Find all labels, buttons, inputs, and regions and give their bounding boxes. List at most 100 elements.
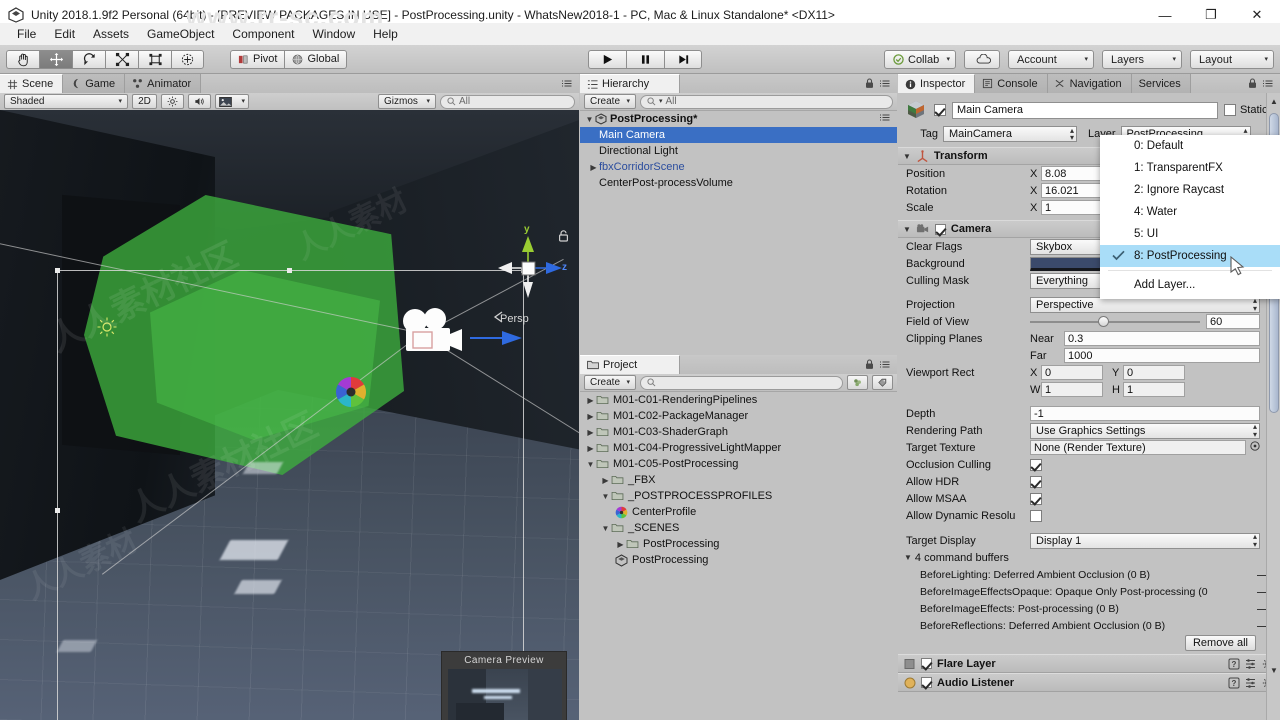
chevron-right-icon[interactable]: ▶ [585, 412, 596, 421]
command-buffers-header[interactable]: ▼ 4 command buffers [898, 549, 1280, 566]
menu-help[interactable]: Help [364, 25, 407, 43]
layer-option-postprocessing[interactable]: 8: PostProcessing [1100, 245, 1280, 267]
tab-game[interactable]: Game [63, 74, 126, 93]
chevron-right-icon[interactable]: ▶ [585, 444, 596, 453]
object-enabled-checkbox[interactable] [934, 104, 946, 116]
layer-option-ui[interactable]: 5: UI [1100, 223, 1280, 245]
project-item-progressive-lightmapper[interactable]: ▶ M01-C04-ProgressiveLightMapper [580, 440, 897, 456]
frustum-handle-ml[interactable] [55, 508, 60, 513]
lock-icon[interactable] [558, 230, 569, 242]
project-search-input[interactable] [640, 375, 843, 390]
audio-listener-checkbox[interactable] [921, 677, 932, 688]
scene-lighting-toggle[interactable] [161, 94, 184, 109]
move-gizmo-handles[interactable] [496, 234, 564, 305]
camera-enabled-checkbox[interactable] [934, 223, 946, 235]
project-item-postprocessprofiles[interactable]: ▼ _POSTPROCESSPROFILES [580, 488, 897, 504]
menu-file[interactable]: File [8, 25, 45, 43]
post-process-volume-icon[interactable] [334, 375, 368, 412]
occlusion-culling-checkbox[interactable] [1030, 458, 1042, 471]
menu-gameobject[interactable]: GameObject [138, 25, 223, 43]
scene-viewport[interactable]: y z Persp 人人素材社区 人人素材社区 人人素材 人人素材 Camera… [0, 110, 579, 720]
fov-slider[interactable] [1030, 315, 1200, 327]
rotate-tool-button[interactable] [72, 49, 105, 69]
scene-panel-menu[interactable] [561, 74, 579, 93]
pause-button[interactable] [626, 50, 664, 69]
cloud-button[interactable] [964, 50, 1000, 69]
tab-inspector[interactable]: Inspector [898, 74, 976, 93]
preset-icon[interactable] [1245, 658, 1257, 670]
tag-dropdown[interactable]: MainCamera ▴ ▾ [943, 126, 1077, 142]
transform-tool-button[interactable] [171, 49, 204, 69]
rect-tool-button[interactable] [138, 49, 171, 69]
viewport-w-input[interactable]: 1 [1041, 382, 1103, 397]
collab-button[interactable]: Collab ▾ [884, 50, 956, 69]
depth-input[interactable]: -1 [1030, 406, 1260, 421]
audio-listener-component[interactable]: Audio Listener ? [898, 673, 1280, 692]
tab-project[interactable]: Project [580, 355, 680, 374]
menu-component[interactable]: Component [223, 25, 303, 43]
project-item-centerprofile[interactable]: CenterProfile [580, 504, 897, 520]
layer-option-default[interactable]: 0: Default [1100, 135, 1280, 157]
layer-option-ignore-raycast[interactable]: 2: Ignore Raycast [1100, 179, 1280, 201]
static-checkbox[interactable] [1223, 104, 1236, 116]
hierarchy-item-centerpost-volume[interactable]: CenterPost-processVolume [580, 175, 897, 191]
chevron-right-icon[interactable]: ▶ [600, 476, 611, 485]
move-tool-button[interactable] [39, 49, 72, 69]
account-button[interactable]: Account ▾ [1008, 50, 1094, 69]
flare-layer-checkbox[interactable] [921, 658, 932, 669]
hierarchy-panel-icons[interactable] [865, 74, 897, 93]
allow-hdr-checkbox[interactable] [1030, 475, 1042, 488]
chevron-down-icon[interactable]: ▼ [600, 524, 611, 533]
tab-navigation[interactable]: Navigation [1047, 74, 1132, 93]
hand-tool-button[interactable] [6, 49, 39, 69]
chevron-down-icon[interactable]: ▼ [903, 152, 911, 161]
chevron-right-icon[interactable]: ▶ [615, 540, 626, 549]
scale-x-input[interactable]: 1 [1041, 200, 1103, 215]
tab-services[interactable]: Services [1131, 74, 1191, 93]
project-item-package-manager[interactable]: ▶ M01-C02-PackageManager [580, 408, 897, 424]
play-button[interactable] [588, 50, 626, 69]
inspector-panel-icons[interactable] [1248, 74, 1280, 93]
gizmos-dropdown[interactable]: Gizmos ▾ [378, 94, 436, 109]
allow-msaa-checkbox[interactable] [1030, 492, 1042, 505]
layout-button[interactable]: Layout ▾ [1190, 50, 1274, 69]
tab-scene[interactable]: Scene [0, 74, 64, 93]
help-icon[interactable]: ? [1228, 658, 1240, 670]
fov-input[interactable]: 60 [1206, 314, 1260, 329]
step-button[interactable] [664, 50, 702, 69]
hierarchy-item-directional-light[interactable]: Directional Light [580, 143, 897, 159]
preset-icon[interactable] [1245, 677, 1257, 689]
tab-console[interactable]: Console [975, 74, 1048, 93]
project-item-rendering-pipelines[interactable]: ▶ M01-C01-RenderingPipelines [580, 392, 897, 408]
help-icon[interactable]: ? [1228, 677, 1240, 689]
scale-tool-button[interactable] [105, 49, 138, 69]
remove-all-button[interactable]: Remove all [1184, 635, 1256, 651]
pivot-toggle[interactable]: Pivot [230, 49, 285, 69]
project-item-postprocessing-folder[interactable]: ▶ PostProcessing [580, 536, 897, 552]
near-input[interactable]: 0.3 [1064, 331, 1260, 346]
menu-assets[interactable]: Assets [84, 25, 138, 43]
viewport-y-input[interactable]: 0 [1123, 365, 1185, 380]
directional-light-gizmo[interactable] [96, 316, 118, 341]
project-item-shader-graph[interactable]: ▶ M01-C03-ShaderGraph [580, 424, 897, 440]
target-texture-field[interactable]: None (Render Texture) [1030, 440, 1246, 455]
chevron-right-icon[interactable]: ▶ [588, 163, 599, 172]
scene-audio-toggle[interactable] [188, 94, 211, 109]
chevron-down-icon[interactable]: ▼ [584, 115, 595, 124]
layers-button[interactable]: Layers ▾ [1102, 50, 1182, 69]
chevron-right-icon[interactable]: ▶ [585, 396, 596, 405]
object-name-input[interactable]: Main Camera [952, 101, 1218, 119]
layer-option-water[interactable]: 4: Water [1100, 201, 1280, 223]
global-toggle[interactable]: Global [284, 49, 348, 69]
add-layer-menu-item[interactable]: Add Layer... [1100, 274, 1280, 296]
project-item-scenes[interactable]: ▼ _SCENES [580, 520, 897, 536]
chevron-right-icon[interactable]: ▶ [585, 428, 596, 437]
chevron-down-icon[interactable]: ▼ [903, 225, 911, 234]
allow-dynamic-resolution-checkbox[interactable] [1030, 509, 1042, 522]
menu-window[interactable]: Window [303, 25, 364, 43]
layer-option-transparentfx[interactable]: 1: TransparentFX [1100, 157, 1280, 179]
menu-edit[interactable]: Edit [45, 25, 84, 43]
fov-slider-knob[interactable] [1098, 315, 1109, 327]
project-create-button[interactable]: Create ▾ [584, 375, 636, 390]
hierarchy-create-button[interactable]: Create ▾ [584, 94, 636, 109]
